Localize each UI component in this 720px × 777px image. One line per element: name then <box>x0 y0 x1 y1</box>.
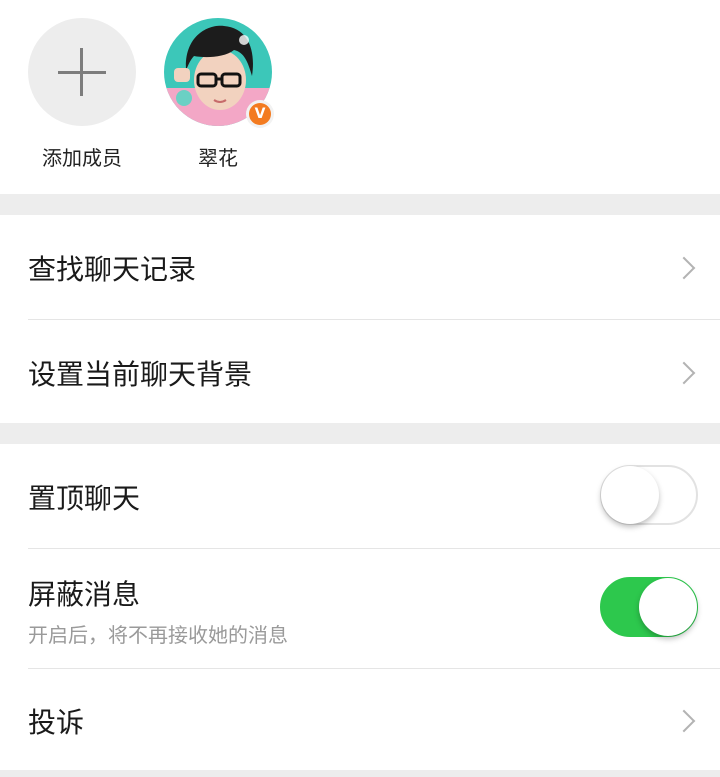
member-name: 翠花 <box>198 146 238 170</box>
search-history-item[interactable]: 查找聊天记录 <box>0 215 720 319</box>
toggle-knob <box>601 466 659 524</box>
plus-icon[interactable] <box>28 18 136 126</box>
add-member-label: 添加成员 <box>42 146 122 170</box>
member-item[interactable]: V 翠花 <box>158 18 278 171</box>
block-messages-label: 屏蔽消息 <box>28 578 141 611</box>
set-background-label: 设置当前聊天背景 <box>28 358 253 391</box>
search-history-label: 查找聊天记录 <box>28 253 197 286</box>
add-member-button[interactable]: 添加成员 <box>22 18 142 171</box>
toggle-knob <box>639 578 697 636</box>
block-messages-subtitle: 开启后，将不再接收她的消息 <box>28 623 288 647</box>
chat-tools-group: 查找聊天记录 设置当前聊天背景 <box>0 215 720 423</box>
report-label: 投诉 <box>28 706 85 739</box>
block-messages-item: 屏蔽消息 开启后，将不再接收她的消息 <box>0 549 720 668</box>
settings-group: 置顶聊天 屏蔽消息 开启后，将不再接收她的消息 投诉 <box>0 444 720 770</box>
block-messages-toggle[interactable] <box>600 577 698 637</box>
chevron-right-icon <box>672 256 696 280</box>
report-item[interactable]: 投诉 <box>0 669 720 770</box>
pin-chat-label: 置顶聊天 <box>28 482 141 515</box>
set-background-item[interactable]: 设置当前聊天背景 <box>0 320 720 423</box>
chevron-right-icon <box>672 709 696 733</box>
chevron-right-icon <box>672 361 696 385</box>
avatar[interactable]: V <box>164 18 274 128</box>
member-section: 添加成员 V 翠花 <box>0 0 720 194</box>
verified-badge-icon: V <box>246 100 274 128</box>
pin-chat-toggle[interactable] <box>600 465 698 525</box>
pin-chat-item: 置顶聊天 <box>0 444 720 548</box>
